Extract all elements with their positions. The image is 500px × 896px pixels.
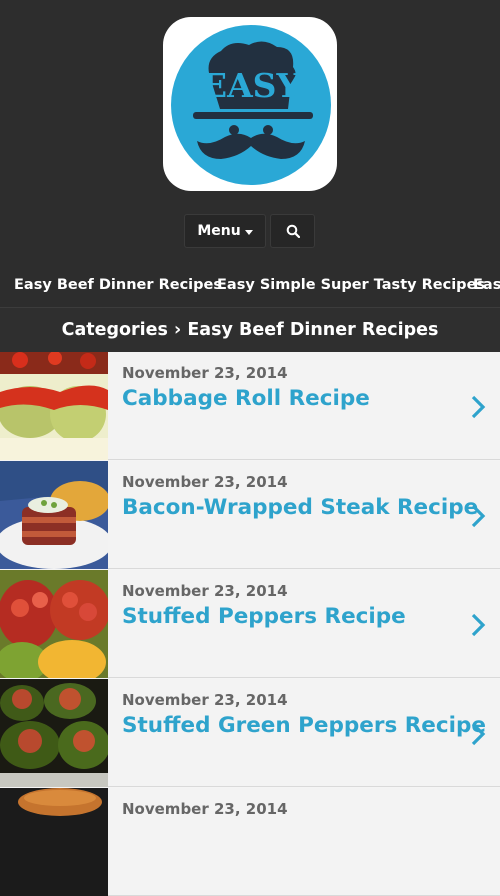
menu-button[interactable]: Menu — [184, 214, 266, 248]
chef-logo-icon: EASY — [171, 25, 331, 185]
post-date: November 23, 2014 — [122, 800, 288, 818]
search-icon — [286, 224, 300, 238]
breadcrumb: Categories › Easy Beef Dinner Recipes — [0, 308, 500, 352]
post-list: November 23, 2014 Cabbage Roll Recipe No… — [0, 352, 500, 896]
chevron-right-icon[interactable] — [470, 721, 486, 747]
post-title[interactable]: Stuffed Green Peppers Recipe — [122, 713, 486, 738]
post-date: November 23, 2014 — [122, 364, 288, 382]
post-title[interactable]: Bacon-Wrapped Steak Recipe — [122, 495, 478, 520]
chevron-right-icon[interactable] — [470, 394, 486, 420]
bacon-steak-image — [0, 461, 108, 569]
category-strip: Easy Beef Dinner Recipes Easy Simple Sup… — [0, 262, 500, 308]
search-button[interactable] — [270, 214, 315, 248]
stuffed-green-peppers-image — [0, 679, 108, 787]
list-item[interactable]: November 23, 2014 — [0, 788, 500, 896]
post-date: November 23, 2014 — [122, 473, 288, 491]
post-date: November 23, 2014 — [122, 582, 288, 600]
caret-down-icon — [244, 229, 253, 235]
stuffed-peppers-image — [0, 570, 108, 678]
post-title[interactable]: Stuffed Peppers Recipe — [122, 604, 406, 629]
category-link[interactable]: Easy Simple Super Tasty Recipes — [217, 262, 485, 307]
post-title[interactable]: Cabbage Roll Recipe — [122, 386, 370, 411]
category-link[interactable]: Easy Beef Dinner Recipes — [14, 262, 222, 307]
menu-label: Menu — [197, 223, 241, 239]
post-thumbnail[interactable] — [0, 352, 108, 460]
site-header: EASY Menu — [0, 0, 500, 262]
chevron-right-icon[interactable] — [470, 612, 486, 638]
category-link[interactable]: Easy — [473, 262, 500, 307]
post-thumbnail[interactable] — [0, 679, 108, 787]
logo-text: EASY — [202, 66, 301, 105]
chevron-right-icon[interactable] — [470, 503, 486, 529]
list-item[interactable]: November 23, 2014 Cabbage Roll Recipe — [0, 352, 500, 460]
cabbage-roll-image — [0, 352, 108, 460]
post-thumbnail[interactable] — [0, 788, 108, 896]
post-thumbnail[interactable] — [0, 570, 108, 678]
list-item[interactable]: November 23, 2014 Stuffed Green Peppers … — [0, 679, 500, 787]
site-logo[interactable]: EASY — [163, 17, 337, 191]
list-item[interactable]: November 23, 2014 Stuffed Peppers Recipe — [0, 570, 500, 678]
post-date: November 23, 2014 — [122, 691, 288, 709]
list-item[interactable]: November 23, 2014 Bacon-Wrapped Steak Re… — [0, 461, 500, 569]
post-thumbnail[interactable] — [0, 461, 108, 569]
burger-image — [0, 788, 108, 896]
